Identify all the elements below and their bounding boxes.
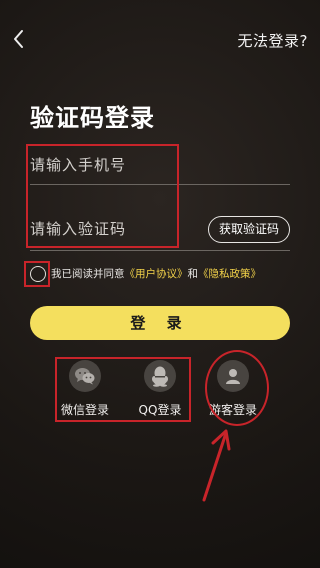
login-button[interactable]: 登 录 bbox=[30, 306, 290, 340]
agreement-joiner: 和 bbox=[187, 268, 199, 280]
annotation-box-checkbox bbox=[24, 261, 50, 287]
user-agreement-link[interactable]: 《用户协议》 bbox=[125, 268, 188, 280]
annotation-ellipse-guest bbox=[205, 350, 269, 426]
annotation-box-social bbox=[55, 357, 191, 422]
privacy-policy-link[interactable]: 《隐私政策》 bbox=[198, 268, 261, 280]
back-button[interactable] bbox=[8, 26, 30, 52]
get-code-button[interactable]: 获取验证码 bbox=[208, 216, 290, 243]
page-title: 验证码登录 bbox=[30, 104, 155, 132]
cannot-login-link[interactable]: 无法登录? bbox=[238, 30, 308, 51]
code-field-underline bbox=[30, 250, 290, 251]
agreement-text: 我已阅读并同意《用户协议》和《隐私政策》 bbox=[51, 266, 261, 281]
annotation-box-inputs bbox=[26, 144, 179, 248]
agreement-prefix: 我已阅读并同意 bbox=[51, 268, 125, 280]
chevron-left-icon bbox=[14, 30, 23, 48]
annotation-arrow bbox=[202, 429, 231, 502]
